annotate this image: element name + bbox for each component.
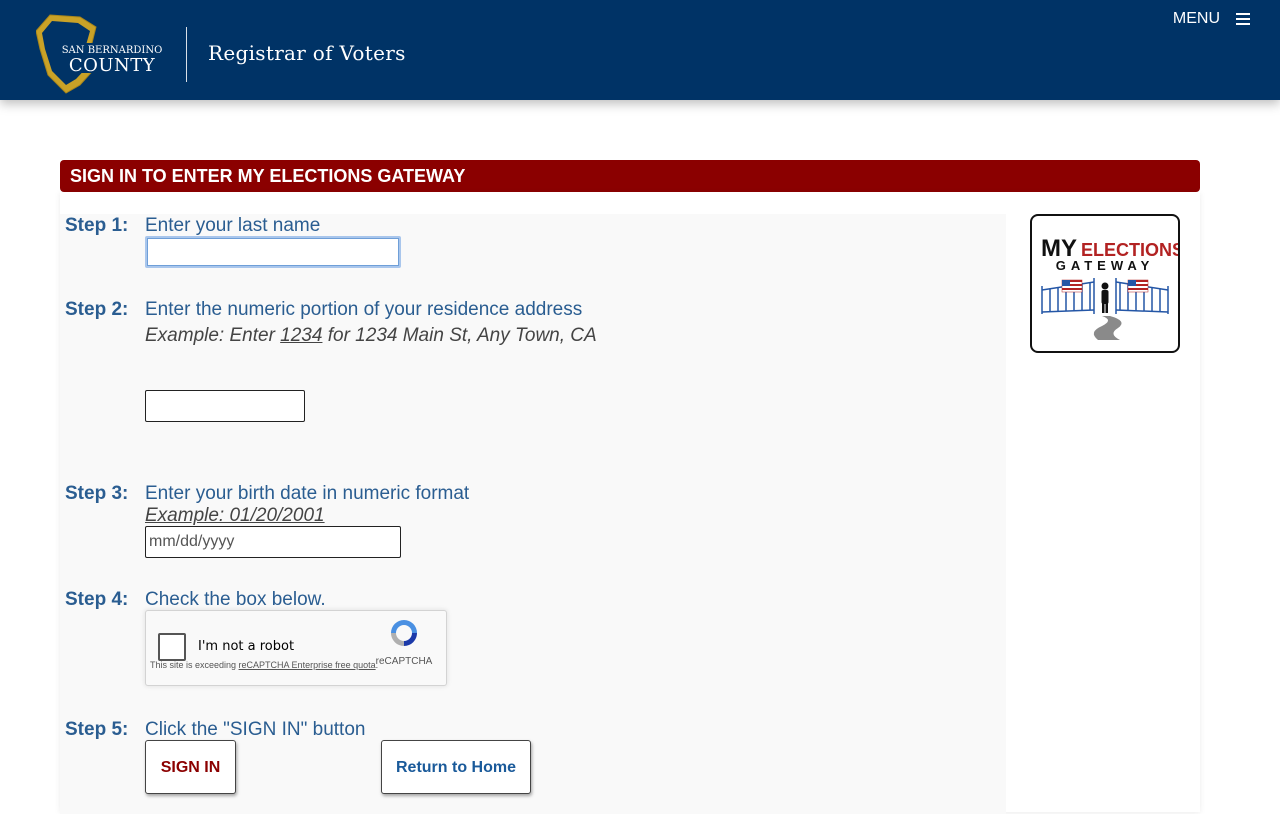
recaptcha-warning: This site is exceeding reCAPTCHA Enterpr… [150,660,378,671]
address-number-input[interactable] [145,390,305,422]
step-4-text: Check the box below. [145,589,326,610]
step-3-text: Enter your birth date in numeric format [145,483,470,504]
birth-date-input[interactable] [145,526,401,558]
recaptcha-label: I'm not a robot [198,639,295,654]
return-home-button[interactable]: Return to Home [381,740,531,794]
logo-divider [186,27,187,82]
recaptcha-logo[interactable]: reCAPTCHA [374,617,434,667]
gateway-logo-elections: ELECTIONS [1081,240,1178,260]
step-4-label: Step 4: [65,589,129,610]
last-name-input[interactable] [145,236,401,268]
logo-line2: COUNTY [69,55,156,76]
recaptcha-warning-suffix: . [375,660,379,670]
step-2-text: Enter the numeric portion of your reside… [145,299,583,320]
step-1-text: Enter your last name [145,215,321,236]
step-2-label: Step 2: [65,299,129,320]
menu-button[interactable]: MENU [1173,8,1250,30]
page-title: SIGN IN TO ENTER MY ELECTIONS GATEWAY [60,160,1200,192]
flag-left [1061,279,1083,293]
recaptcha-warning-prefix: This site is exceeding [150,660,239,670]
my-elections-gateway-logo: MY ELECTIONS GATEWAY [1030,214,1180,353]
site-header: SAN BERNARDINO COUNTY Registrar of Voter… [0,0,1280,100]
recaptcha-quota-link[interactable]: reCAPTCHA Enterprise free quota [239,660,376,670]
flag-right [1127,279,1149,293]
step-2-example-number: 1234 [280,325,323,346]
step-5-text: Click the "SIGN IN" button [145,719,366,740]
recaptcha-brand: reCAPTCHA [375,656,433,667]
step-3-label: Step 3: [65,483,129,504]
recaptcha-checkbox[interactable] [158,633,186,661]
county-logo[interactable]: SAN BERNARDINO COUNTY [36,13,168,95]
site-title[interactable]: Registrar of Voters [208,40,406,66]
recaptcha-icon [391,620,417,646]
step-2-example-suffix: for 1234 Main St, Any Town, CA [322,325,597,346]
menu-label: MENU [1172,10,1220,27]
step-5-label: Step 5: [65,719,129,740]
path-road [1093,316,1122,340]
step-2-example: Example: Enter 1234 for 1234 Main St, An… [145,324,597,348]
hamburger-icon [1236,13,1250,25]
gateway-logo-gateway: GATEWAY [1056,258,1155,273]
step-2-example-prefix: Example: Enter [145,325,281,346]
step-3-example: Example: 01/20/2001 [145,505,325,526]
recaptcha-widget: I'm not a robot reCAPTCHA This site is e… [145,610,447,686]
person-figure [1101,282,1109,313]
step-1-label: Step 1: [65,215,129,236]
sign-in-button[interactable]: SIGN IN [145,740,236,794]
